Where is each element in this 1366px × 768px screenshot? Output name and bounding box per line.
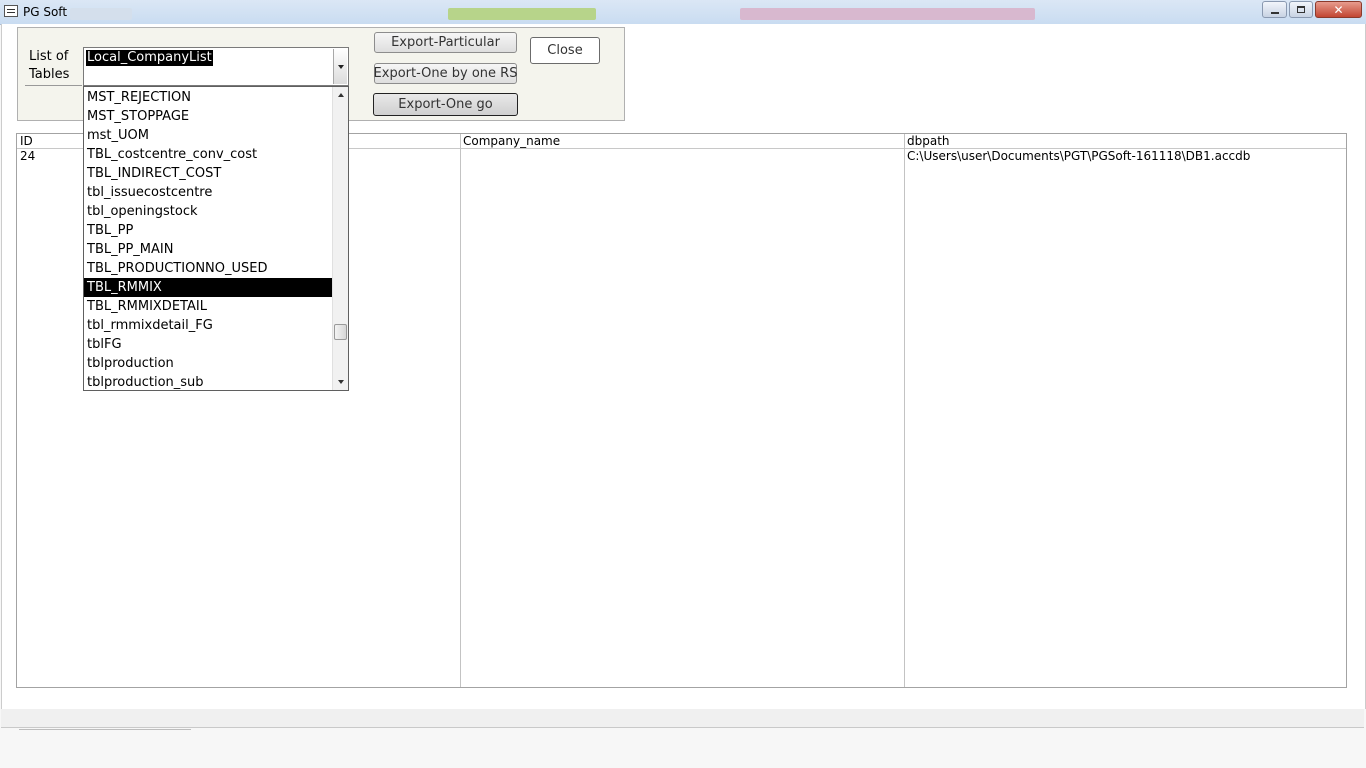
blurred-background-bar [70,8,132,20]
maximize-icon [1297,6,1305,13]
dropdown-item[interactable]: mst_UOM [84,126,332,145]
dropdown-item[interactable]: tbl_rmmixdetail_FG [84,316,332,335]
dropdown-item[interactable]: tbl_issuecostcentre [84,183,332,202]
scroll-down-button[interactable] [333,374,348,390]
column-separator[interactable] [460,134,461,687]
dropdown-item[interactable]: TBL_PP_MAIN [84,240,332,259]
column-header-company-name[interactable]: Company_name [463,134,560,148]
cell-id[interactable]: 24 [20,149,35,163]
dropdown-item[interactable]: TBL_costcentre_conv_cost [84,145,332,164]
dropdown-item[interactable]: MST_REJECTION [84,88,332,107]
export-particular-button[interactable]: Export-Particular [374,32,517,53]
dropdown-item[interactable]: TBL_INDIRECT_COST [84,164,332,183]
blurred-red-bar [740,8,1035,20]
window-close-button[interactable]: ✕ [1315,1,1362,18]
dropdown-item[interactable]: TBL_PRODUCTIONNO_USED [84,259,332,278]
minimize-button[interactable] [1262,1,1287,18]
footer-divider [19,729,191,730]
minimize-icon [1270,11,1279,14]
cell-dbpath[interactable]: C:\Users\user\Documents\PGT\PGSoft-16111… [907,149,1250,163]
blurred-green-bar [448,8,596,20]
column-header-id[interactable]: ID [20,134,33,148]
export-one-go-button[interactable]: Export-One go [373,93,518,116]
scroll-up-icon [337,93,344,97]
dropdown-list[interactable]: MST_REJECTION MST_STOPPAGE mst_UOM TBL_cost… [84,88,332,390]
label-underline [25,85,82,86]
column-header-dbpath[interactable]: dbpath [907,134,950,148]
list-of-tables-label: List of Tables [29,49,70,82]
table-list-combobox[interactable]: Local_CompanyList [83,47,349,86]
combo-dropdown-button[interactable] [333,49,347,84]
window-title: PG Soft [23,5,68,19]
maximize-button[interactable] [1289,1,1313,18]
dropdown-item[interactable]: tbl_openingstock [84,202,332,221]
dropdown-item[interactable]: MST_STOPPAGE [84,107,332,126]
scroll-up-button[interactable] [333,87,348,103]
chevron-down-icon [337,64,344,69]
title-bar: PG Soft ✕ [0,0,1366,25]
dropdown-scrollbar[interactable] [332,87,348,390]
dropdown-item[interactable]: TBL_RMMIXDETAIL [84,297,332,316]
dropdown-item[interactable]: TBL_RMMIX [84,278,332,297]
close-icon: ✕ [1333,2,1344,17]
export-one-by-one-button[interactable]: Export-One by one RS [374,63,517,84]
app-form-icon [4,5,18,17]
dropdown-item[interactable]: TBL_PP [84,221,332,240]
table-list-dropdown[interactable]: MST_REJECTION MST_STOPPAGE mst_UOM TBL_cost… [83,86,349,391]
column-separator[interactable] [904,134,905,687]
scroll-thumb[interactable] [334,324,347,340]
dropdown-item[interactable]: tblproduction_sub [84,373,332,390]
form-footer-strip [1,709,1364,728]
dropdown-item[interactable]: tblFG [84,335,332,354]
scroll-down-icon [337,380,344,384]
close-button[interactable]: Close [530,37,600,64]
dropdown-item[interactable]: tblproduction [84,354,332,373]
combo-selected-value[interactable]: Local_CompanyList [86,50,213,66]
